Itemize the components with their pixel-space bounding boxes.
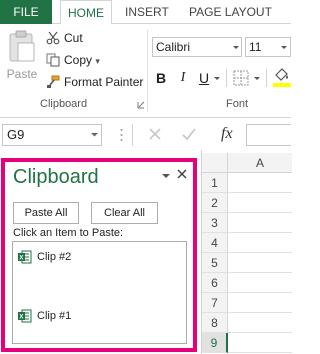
font-group-label: Font — [226, 98, 249, 110]
formula-controls: fx — [132, 124, 252, 146]
tab-page-layout[interactable]: PAGE LAYOUT — [189, 0, 272, 24]
separator — [226, 69, 227, 87]
fill-color-icon[interactable] — [272, 66, 291, 88]
ribbon-tabs: FILE HOME INSERT PAGE LAYOUT — [0, 0, 291, 25]
row-header[interactable]: 4 — [202, 233, 228, 253]
excel-icon: X — [18, 309, 32, 323]
cell[interactable] — [228, 253, 292, 273]
row-header[interactable]: 5 — [202, 253, 228, 273]
row-header[interactable]: 1 — [202, 173, 228, 193]
pane-title: Clipboard — [13, 166, 99, 188]
chevron-down-icon[interactable] — [279, 38, 289, 56]
copy-text: Copy — [64, 53, 93, 67]
chevron-down-icon[interactable] — [90, 130, 99, 139]
copy-dropdown-icon[interactable]: ▾ — [95, 56, 100, 66]
paste-instruction: Click an Item to Paste: — [13, 227, 124, 239]
ribbon-home: Paste Cut Copy ▾ Format Painter Clipboar… — [0, 24, 291, 118]
scissors-icon — [46, 31, 60, 45]
clipboard-items-list: X Clip #2 X Clip #1 — [12, 241, 187, 344]
cell[interactable] — [228, 313, 292, 333]
cell[interactable] — [228, 173, 292, 193]
formula-input[interactable] — [246, 124, 291, 146]
list-item[interactable]: X Clip #1 — [18, 308, 168, 326]
chevron-down-icon[interactable] — [231, 38, 241, 56]
format-painter-icon — [47, 75, 60, 88]
separator — [266, 69, 267, 87]
paste-all-button[interactable]: Paste All — [13, 202, 79, 224]
worksheet-grid: A 1 2 3 4 5 6 7 8 9 — [201, 150, 292, 354]
tab-file[interactable]: FILE — [0, 0, 52, 24]
borders-icon[interactable] — [233, 70, 249, 86]
row-header[interactable]: 6 — [202, 273, 228, 293]
svg-text:X: X — [19, 315, 23, 321]
pane-options-icon[interactable] — [161, 172, 171, 180]
close-icon[interactable] — [176, 168, 188, 180]
column-header-a[interactable]: A — [228, 153, 292, 173]
row-header[interactable]: 3 — [202, 213, 228, 233]
italic-button[interactable]: I — [176, 67, 190, 89]
clear-all-button[interactable]: Clear All — [91, 202, 158, 224]
row-header[interactable]: 7 — [202, 293, 228, 313]
bold-button[interactable]: B — [154, 67, 168, 89]
tab-insert[interactable]: INSERT — [125, 0, 169, 24]
clipboard-pane: Clipboard Paste All Clear All Click an I… — [1, 158, 197, 352]
list-item[interactable]: X Clip #2 — [18, 249, 168, 267]
select-all-button[interactable] — [202, 153, 228, 173]
font-name-box[interactable]: Calibri — [152, 37, 242, 57]
cancel-icon[interactable] — [147, 126, 163, 142]
format-painter-label: Format Painter — [64, 75, 144, 89]
excel-icon: X — [18, 250, 32, 264]
cell[interactable] — [228, 333, 292, 353]
formula-bar: G9 fx — [0, 118, 291, 150]
row-header-active[interactable]: 9 — [202, 333, 228, 353]
copy-icon — [46, 53, 60, 67]
clip-label: Clip #2 — [37, 251, 72, 263]
chevron-down-icon[interactable] — [213, 73, 221, 83]
cell[interactable] — [228, 233, 292, 253]
row-header[interactable]: 8 — [202, 313, 228, 333]
clip-label: Clip #1 — [37, 310, 72, 322]
paste-button[interactable]: Paste — [4, 29, 40, 91]
name-box[interactable]: G9 — [2, 124, 102, 146]
group-divider — [147, 30, 148, 112]
cell[interactable] — [228, 213, 292, 233]
svg-text:X: X — [19, 256, 23, 262]
insert-function-button[interactable]: fx — [221, 124, 237, 144]
cell[interactable] — [228, 193, 292, 213]
chevron-down-icon[interactable] — [253, 73, 261, 83]
clipboard-launcher-icon[interactable] — [137, 101, 145, 109]
copy-label: Copy ▾ — [64, 50, 100, 71]
check-icon[interactable] — [181, 126, 197, 142]
cut-label: Cut — [64, 31, 83, 45]
paste-label: Paste — [6, 67, 38, 81]
underline-button[interactable]: U — [197, 67, 211, 89]
cell[interactable] — [228, 273, 292, 293]
row-header[interactable]: 2 — [202, 193, 228, 213]
paste-icon — [9, 30, 35, 62]
cell[interactable] — [228, 293, 292, 313]
tab-home[interactable]: HOME — [60, 0, 112, 25]
clipboard-group-label: Clipboard — [40, 98, 88, 110]
resize-grip-icon[interactable] — [120, 128, 123, 142]
